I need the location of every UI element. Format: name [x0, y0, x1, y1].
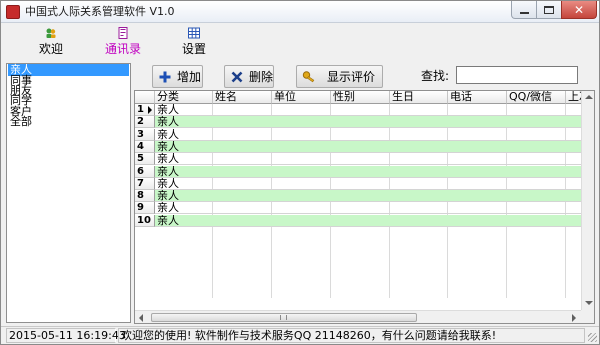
- maximize-icon: [544, 5, 554, 14]
- scroll-right-arrow-icon[interactable]: [572, 314, 576, 322]
- category-cell[interactable]: 亲人: [155, 166, 213, 178]
- row-number-label: 9: [137, 202, 144, 214]
- table-row[interactable]: 亲人: [155, 178, 582, 190]
- current-row-arrow-icon: [148, 106, 152, 114]
- close-icon: ✕: [573, 2, 585, 17]
- welcome-icon: [46, 28, 56, 38]
- show-review-button[interactable]: 显示评价: [296, 65, 383, 88]
- search-label: 查找:: [421, 69, 450, 83]
- status-message: 欢迎您的使用! 软件制作与技术服务QQ 21148260，有什么问题请给我联系!: [118, 328, 585, 343]
- row-number-label: 2: [137, 116, 144, 128]
- column-header[interactable]: 姓名: [213, 91, 272, 104]
- category-cell[interactable]: 亲人: [155, 215, 213, 227]
- tab-welcome-label: 欢迎: [38, 42, 63, 56]
- table-row[interactable]: 亲人: [155, 104, 582, 116]
- status-datetime: 2015-05-11 16:19:43: [6, 328, 126, 343]
- table-row[interactable]: 亲人: [155, 140, 582, 153]
- category-item[interactable]: 全部: [8, 116, 129, 128]
- tab-settings-label: 设置: [181, 42, 206, 56]
- table-row[interactable]: 亲人: [155, 129, 582, 141]
- row-number[interactable]: 7: [135, 177, 155, 190]
- scroll-left-arrow-icon[interactable]: [139, 314, 143, 322]
- column-header[interactable]: QQ/微信: [507, 91, 566, 104]
- minimize-icon: [519, 11, 529, 14]
- column-header[interactable]: 分类: [155, 91, 213, 104]
- row-number[interactable]: 10: [135, 214, 155, 227]
- column-header[interactable]: 上次: [566, 91, 582, 104]
- row-number-label: 8: [137, 190, 144, 202]
- row-number[interactable]: 3: [135, 128, 155, 141]
- column-header[interactable]: 单位: [272, 91, 331, 104]
- tab-contacts-label: 通讯录: [104, 42, 141, 56]
- window-title: 中国式人际关系管理软件 V1.0: [25, 5, 175, 18]
- key-icon: [302, 70, 315, 82]
- close-button[interactable]: ✕: [561, 1, 597, 19]
- row-number[interactable]: 9: [135, 202, 155, 215]
- table-row[interactable]: 亲人: [155, 116, 582, 129]
- horizontal-scrollbar[interactable]: [135, 310, 581, 323]
- column-header[interactable]: 生日: [390, 91, 448, 104]
- horizontal-scroll-thumb[interactable]: [151, 313, 417, 322]
- column-header[interactable]: 电话: [448, 91, 507, 104]
- category-cell[interactable]: 亲人: [155, 104, 213, 116]
- status-bar: 2015-05-11 16:19:43 欢迎您的使用! 软件制作与技术服务QQ …: [1, 326, 599, 344]
- column-header[interactable]: 性别: [331, 91, 390, 104]
- row-number[interactable]: 6: [135, 165, 155, 178]
- plus-icon: [159, 71, 171, 82]
- vertical-scrollbar[interactable]: [581, 91, 594, 310]
- menu-bar: 欢迎 通讯录 设置: [1, 24, 599, 62]
- row-number-label: 4: [137, 140, 144, 152]
- table-row[interactable]: 亲人: [155, 190, 582, 203]
- table-row[interactable]: 亲人: [155, 165, 582, 178]
- scrollbar-corner: [581, 310, 594, 323]
- row-number-label: 6: [137, 165, 144, 177]
- show-review-label: 显示评价: [327, 69, 376, 84]
- resize-grip-icon[interactable]: [588, 333, 597, 342]
- row-number-label: 5: [137, 153, 144, 165]
- scroll-up-arrow-icon[interactable]: [585, 95, 593, 99]
- category-cell[interactable]: 亲人: [155, 178, 213, 190]
- scroll-grip-icon: [280, 315, 287, 320]
- row-number-label: 7: [137, 177, 144, 189]
- delete-button-label: 删除: [249, 69, 274, 84]
- table-row[interactable]: 亲人: [155, 202, 582, 215]
- contacts-book-icon: [118, 27, 128, 39]
- settings-grid-icon: [188, 27, 200, 39]
- app-icon: [6, 5, 20, 19]
- maximize-button[interactable]: [536, 1, 562, 19]
- tab-contacts[interactable]: 通讯录: [99, 27, 147, 61]
- row-number[interactable]: 8: [135, 190, 155, 203]
- row-number-label: 1: [137, 104, 144, 115]
- row-number[interactable]: 5: [135, 153, 155, 166]
- row-number[interactable]: 1: [135, 104, 155, 116]
- category-list[interactable]: 亲人 同事 朋友 同学 客户 全部: [6, 63, 131, 323]
- search-input[interactable]: [456, 66, 578, 84]
- table-row[interactable]: 亲人: [155, 153, 582, 166]
- minimize-button[interactable]: [511, 1, 537, 19]
- category-cell[interactable]: 亲人: [155, 116, 213, 128]
- title-bar: 中国式人际关系管理软件 V1.0 ✕: [1, 1, 599, 23]
- row-number[interactable]: 2: [135, 116, 155, 129]
- add-button[interactable]: 增加: [152, 65, 203, 88]
- grid-corner-header: [135, 91, 155, 104]
- tab-welcome[interactable]: 欢迎: [33, 27, 69, 61]
- row-number[interactable]: 4: [135, 140, 155, 153]
- delete-x-icon: [231, 71, 243, 82]
- category-cell[interactable]: 亲人: [155, 153, 213, 165]
- category-cell[interactable]: 亲人: [155, 141, 213, 153]
- row-number-label: 3: [137, 128, 144, 140]
- category-cell[interactable]: 亲人: [155, 190, 213, 202]
- category-cell[interactable]: 亲人: [155, 129, 213, 141]
- app-window: 中国式人际关系管理软件 V1.0 ✕ 欢迎 通讯录 设置 亲人 同事 朋友 同学…: [0, 0, 600, 345]
- delete-button[interactable]: 删除: [224, 65, 274, 88]
- contacts-grid[interactable]: 分类姓名单位性别生日电话QQ/微信上次 1亲人2亲人3亲人4亲人5亲人6亲人7亲…: [134, 90, 595, 324]
- add-button-label: 增加: [177, 69, 202, 84]
- tab-settings[interactable]: 设置: [176, 27, 212, 61]
- row-number-label: 10: [137, 214, 151, 226]
- scroll-down-arrow-icon[interactable]: [585, 301, 593, 305]
- table-row[interactable]: 亲人: [155, 214, 582, 227]
- category-cell[interactable]: 亲人: [155, 202, 213, 214]
